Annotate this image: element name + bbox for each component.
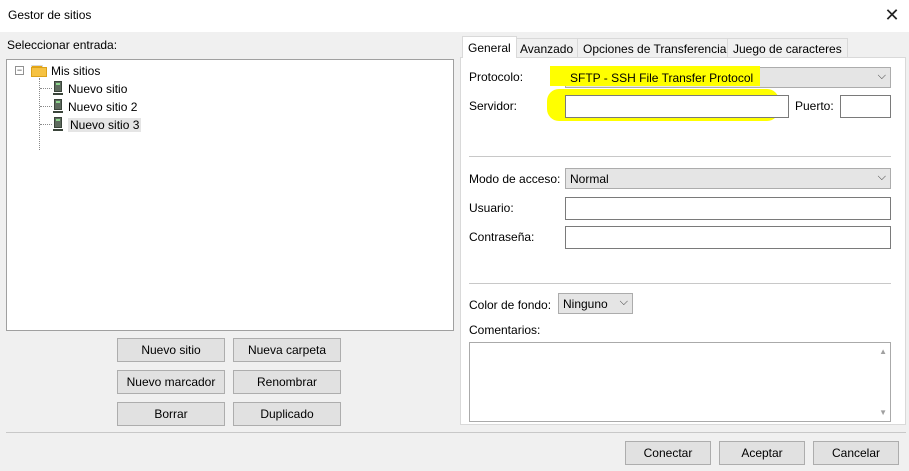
scroll-up-icon[interactable]: ▲ — [879, 347, 887, 356]
port-label: Puerto: — [795, 99, 834, 113]
tree-item-nuevo-sitio[interactable]: Nuevo sitio — [53, 80, 127, 97]
new-folder-button[interactable]: Nueva carpeta — [233, 338, 341, 362]
duplicate-button[interactable]: Duplicado — [233, 402, 341, 426]
tree-item-nuevo-sitio-2[interactable]: Nuevo sitio 2 — [53, 98, 137, 115]
tab-panel-general: Protocolo: SFTP - SSH File Transfer Prot… — [460, 57, 906, 425]
divider — [469, 283, 891, 284]
tab-general[interactable]: General — [462, 36, 517, 58]
connect-button[interactable]: Conectar — [625, 441, 711, 465]
tree-connector — [40, 124, 52, 125]
tree-node-label: Mis sitios — [51, 63, 101, 78]
tree-item-label: Nuevo sitio 2 — [68, 99, 138, 114]
delete-button[interactable]: Borrar — [117, 402, 225, 426]
tab-advanced[interactable]: Avanzado — [514, 38, 580, 58]
server-field[interactable] — [565, 95, 789, 118]
collapse-icon[interactable]: − — [15, 66, 24, 75]
server-label: Servidor: — [469, 99, 518, 113]
tree-node-mis-sitios[interactable]: Mis sitios — [31, 62, 100, 79]
folder-icon — [31, 64, 47, 77]
window-title: Gestor de sitios — [8, 8, 92, 22]
tree-item-label: Nuevo sitio — [68, 81, 128, 96]
tab-charset[interactable]: Juego de caracteres — [727, 38, 848, 58]
protocol-label: Protocolo: — [469, 70, 524, 84]
server-icon — [53, 117, 63, 132]
divider — [469, 156, 891, 157]
password-label: Contraseña: — [469, 230, 535, 244]
site-tree[interactable]: − Mis sitios Nuevo sitio Nuevo sitio 2 N… — [6, 59, 454, 331]
chevron-down-icon: ⌵ — [877, 171, 886, 183]
title-bar: Gestor de sitios ✕ — [0, 0, 909, 32]
tree-item-nuevo-sitio-3[interactable]: Nuevo sitio 3 — [53, 116, 142, 133]
rename-button[interactable]: Renombrar — [233, 370, 341, 394]
new-bookmark-button[interactable]: Nuevo marcador — [117, 370, 225, 394]
access-mode-value: Normal — [570, 171, 609, 186]
bgcolor-select[interactable]: Ninguno ⌵ — [558, 293, 633, 314]
bgcolor-value: Ninguno — [563, 296, 608, 311]
user-field[interactable] — [565, 197, 891, 220]
port-field[interactable] — [840, 95, 891, 118]
user-label: Usuario: — [469, 201, 514, 215]
bgcolor-label: Color de fondo: — [469, 298, 552, 312]
protocol-value: SFTP - SSH File Transfer Protocol — [570, 70, 754, 85]
access-mode-label: Modo de acceso: — [469, 172, 561, 186]
tree-connector — [40, 88, 52, 89]
accept-button[interactable]: Aceptar — [719, 441, 805, 465]
close-icon: ✕ — [884, 4, 900, 25]
dialog-client-area: Seleccionar entrada: − Mis sitios Nuevo … — [0, 32, 909, 471]
access-mode-select[interactable]: Normal ⌵ — [565, 168, 891, 189]
settings-tabs: General Avanzado Opciones de Transferenc… — [460, 36, 906, 425]
scroll-down-icon[interactable]: ▼ — [879, 408, 887, 417]
close-button[interactable]: ✕ — [875, 0, 909, 30]
chevron-down-icon: ⌵ — [619, 296, 628, 308]
cancel-button[interactable]: Cancelar — [813, 441, 899, 465]
comments-textarea[interactable]: ▲ ▼ — [469, 342, 891, 422]
tree-item-label: Nuevo sitio 3 — [68, 117, 142, 132]
chevron-down-icon: ⌵ — [877, 70, 886, 82]
password-field[interactable] — [565, 226, 891, 249]
select-entry-label: Seleccionar entrada: — [7, 38, 118, 52]
protocol-select[interactable]: SFTP - SSH File Transfer Protocol ⌵ — [550, 66, 891, 88]
tree-connector — [40, 106, 52, 107]
footer-divider — [6, 432, 906, 433]
server-icon — [53, 99, 63, 114]
new-site-button[interactable]: Nuevo sitio — [117, 338, 225, 362]
comments-label: Comentarios: — [469, 323, 541, 337]
tab-transfer-options[interactable]: Opciones de Transferencia — [577, 38, 733, 58]
server-icon — [53, 81, 63, 96]
